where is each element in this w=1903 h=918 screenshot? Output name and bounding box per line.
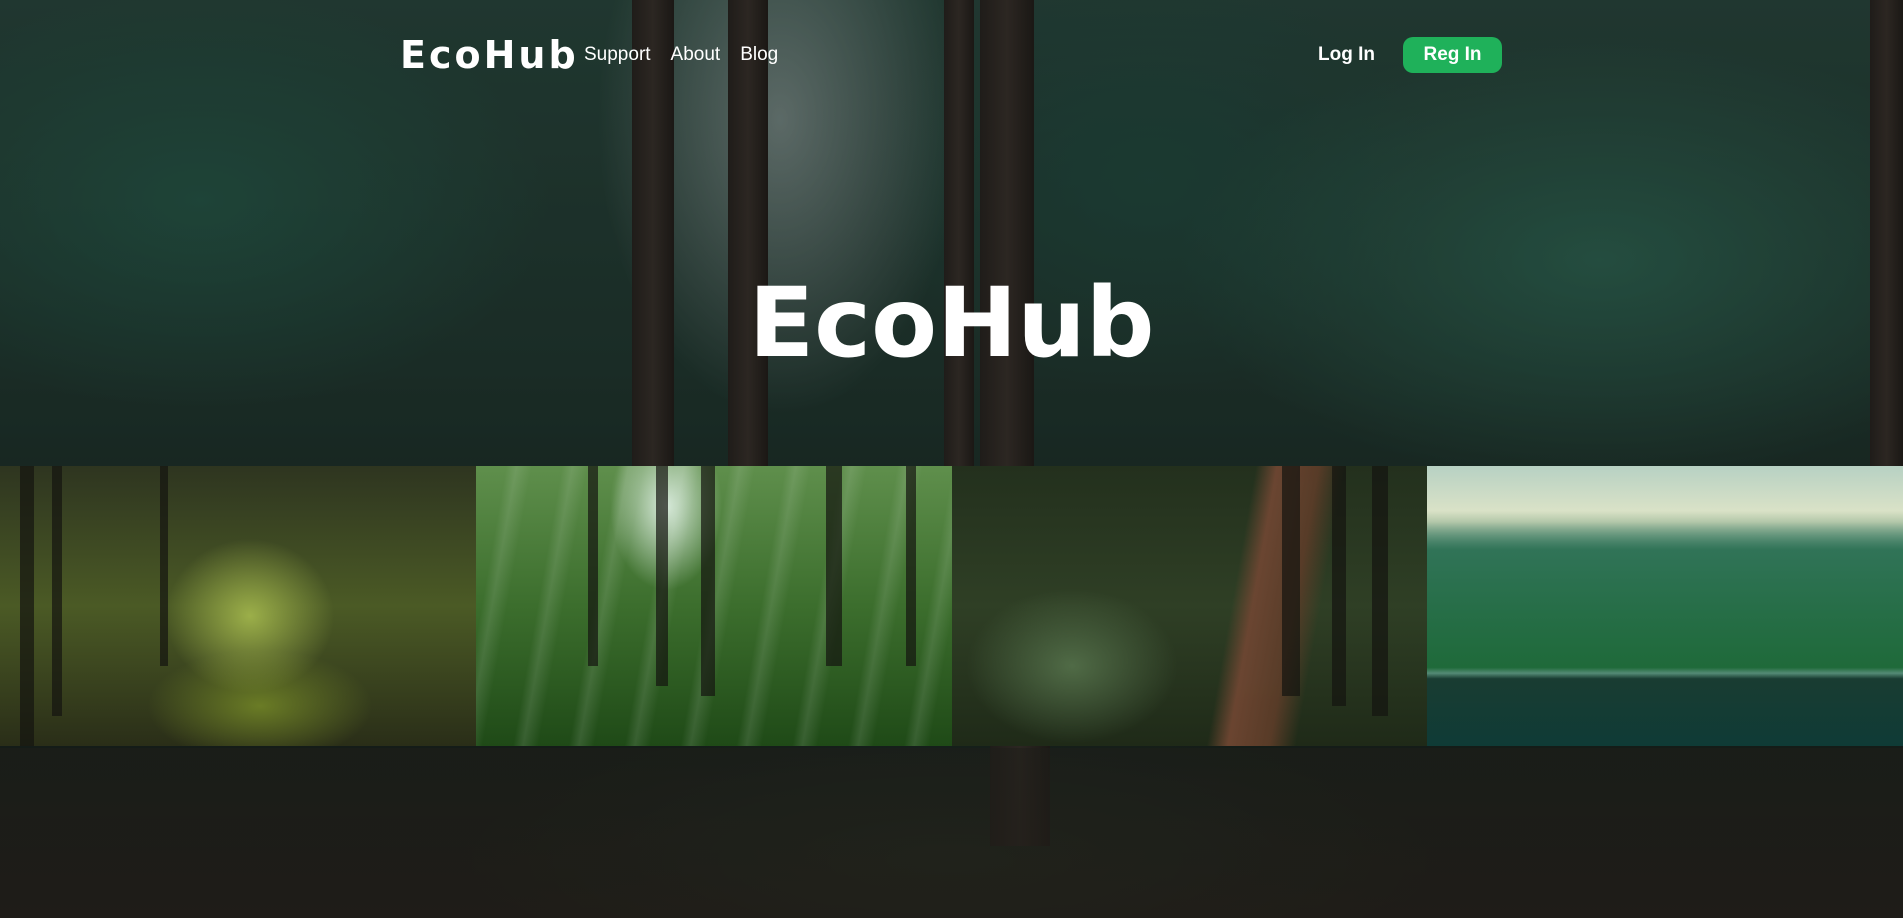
site-header: EcoHub Support About Blog Log In Reg In [0,0,1903,110]
tree-trunk [1281,466,1300,696]
tree-trunk [825,466,842,666]
mossy-forest-image [0,466,476,746]
tree-trunk [1331,466,1346,706]
tree-trunk [905,466,916,666]
forest-path-image [951,466,1428,746]
landing-page: EcoHub Support About Blog Log In Reg In … [0,0,1903,918]
tree-trunk [700,466,715,696]
sunbeam-forest-image [475,466,952,746]
mountain-lake-image [1427,466,1903,746]
tree-trunk [1371,466,1388,716]
main-nav: Support About Blog [584,42,778,68]
register-button[interactable]: Reg In [1403,37,1502,73]
tree-trunk [587,466,598,666]
forest-floor [0,748,1903,918]
hero-title: EcoHub [748,267,1155,379]
tree-trunk [52,466,62,716]
nav-link-support[interactable]: Support [584,42,651,68]
login-link[interactable]: Log In [1318,42,1375,68]
tree-trunk [160,466,168,666]
tree-trunk [20,466,34,746]
brand-logo[interactable]: EcoHub [400,32,579,78]
image-gallery [0,466,1903,746]
tree-trunk [655,466,668,686]
nav-link-blog[interactable]: Blog [740,42,778,68]
nav-link-about[interactable]: About [671,42,721,68]
